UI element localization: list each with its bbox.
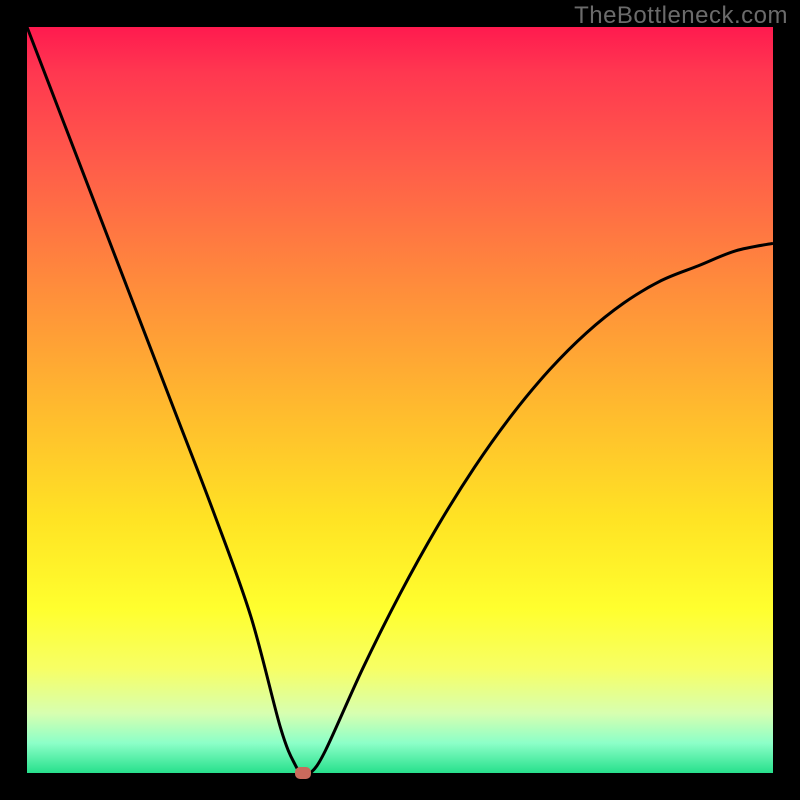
min-marker (295, 767, 311, 779)
plot-area (27, 27, 773, 773)
bottleneck-curve (27, 27, 773, 773)
watermark-label: TheBottleneck.com (574, 2, 788, 30)
curve-path (27, 27, 773, 773)
chart-frame: TheBottleneck.com (0, 0, 800, 800)
